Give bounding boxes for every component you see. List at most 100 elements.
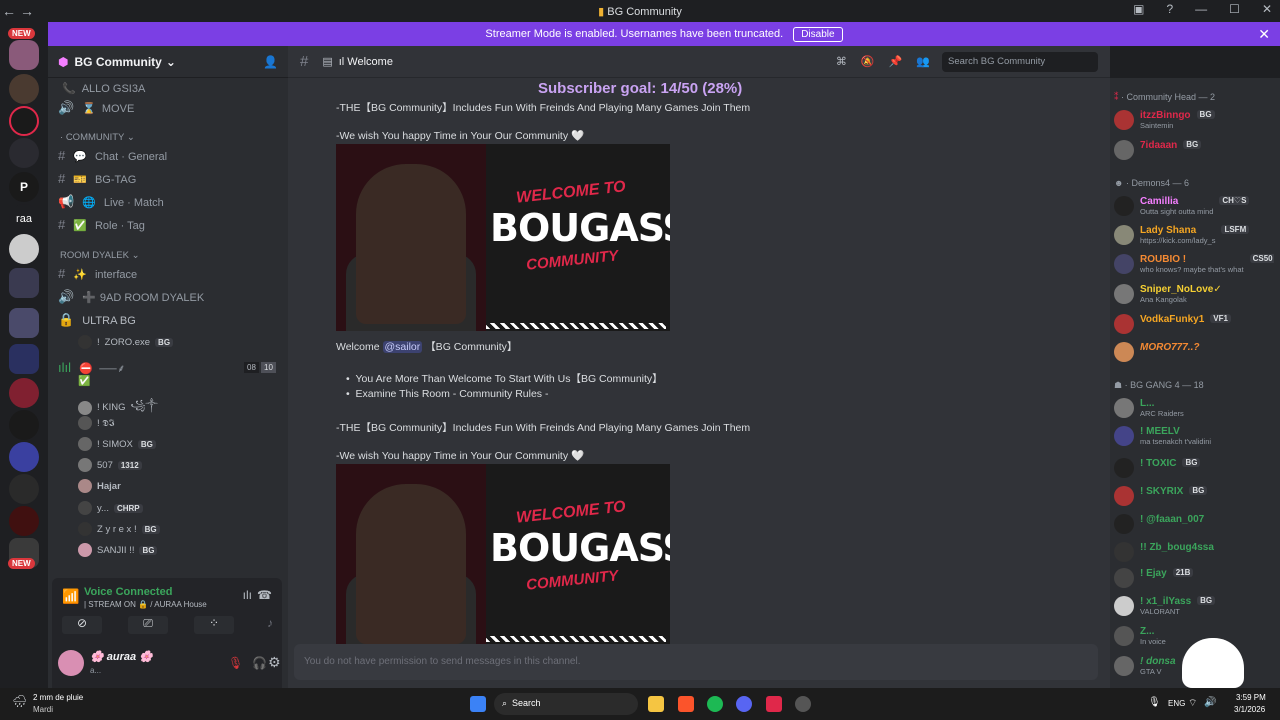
channel-interface[interactable]: # ✨ interface <box>58 266 137 281</box>
invite-icon[interactable]: 👤 <box>263 55 278 69</box>
member-item[interactable]: !! Zb_boug4ssa <box>1114 542 1274 562</box>
server-icon[interactable] <box>9 138 39 168</box>
member-item[interactable]: itzzBinngo Saintemin BG <box>1114 110 1274 130</box>
weather-icon[interactable]: 🌧 <box>12 694 27 708</box>
channel-9ad-room[interactable]: 🔊 ➕ 9AD ROOM DYALEK <box>58 289 204 305</box>
wifi-icon[interactable]: ⌔ <box>1188 697 1197 710</box>
avatar <box>1114 284 1134 304</box>
banner-close-icon[interactable]: ✕ <box>1258 26 1270 43</box>
disable-button[interactable]: Disable <box>793 26 843 42</box>
server-icon[interactable] <box>9 40 39 70</box>
member-list-icon[interactable]: 👥 <box>916 55 930 68</box>
disconnect-icon[interactable]: ☎ <box>257 588 272 602</box>
mention-chip[interactable]: @sailor <box>382 341 423 353</box>
threads-icon[interactable]: ⌘ <box>836 55 847 68</box>
discord-icon[interactable] <box>736 696 752 712</box>
server-icon[interactable] <box>9 474 39 504</box>
deafened-icon[interactable]: 🎧 <box>252 656 267 670</box>
taskbar-search[interactable]: ⌕ Search <box>494 693 638 715</box>
app-icon[interactable] <box>795 696 811 712</box>
member-item[interactable]: Lady Shana https://kick.com/lady_s LSFM <box>1114 225 1274 245</box>
settings-gear-icon[interactable]: ⚙ <box>268 654 281 671</box>
server-icon-p[interactable]: P <box>9 172 39 202</box>
brave-icon[interactable] <box>678 696 694 712</box>
start-icon[interactable] <box>470 696 486 712</box>
clock-time[interactable]: 3:59 PM <box>1236 693 1266 702</box>
pin-icon[interactable]: 📌 <box>889 55 903 68</box>
voice-user[interactable]: Hajar <box>78 479 121 493</box>
server-folder[interactable] <box>9 268 39 298</box>
server-icon[interactable] <box>9 506 39 536</box>
mic-muted-icon[interactable]: 🎙 <box>228 656 243 670</box>
voice-user[interactable]: 507 1312 <box>78 458 142 472</box>
spotify-icon[interactable] <box>707 696 723 712</box>
hash-icon: # <box>58 266 66 281</box>
channel-voice-active[interactable]: ılıl ⛔ ⸺⸙ <box>58 360 125 376</box>
voice-user[interactable]: Z y r e x ! BG <box>78 522 160 536</box>
member-item[interactable]: Camillia Outta sight outta mind CH♡S <box>1114 196 1274 216</box>
category-community[interactable]: · COMMUNITY ⌄ <box>60 132 135 143</box>
channel-live-match[interactable]: 📢 🌐 Live · Match <box>58 194 164 210</box>
language-indicator[interactable]: ENG <box>1168 699 1185 708</box>
help-icon[interactable]: ? <box>1166 2 1173 16</box>
server-icon[interactable] <box>9 442 39 472</box>
server-icon[interactable] <box>9 234 39 264</box>
weather-text[interactable]: 2 mm de pluie <box>33 693 83 702</box>
minimize-icon[interactable]: — <box>1195 2 1207 16</box>
voice-user[interactable]: ! 𝕯𝕴 <box>78 416 114 430</box>
username[interactable]: 🌸 auraa 🌸 <box>90 650 153 663</box>
close-window-icon[interactable]: ✕ <box>1262 2 1272 16</box>
maximize-icon[interactable]: ☐ <box>1229 2 1240 16</box>
file-explorer-icon[interactable] <box>648 696 664 712</box>
member-item[interactable]: ! x1_ilYass VALORANT BG <box>1114 596 1274 616</box>
activities-button[interactable]: ⁘ <box>194 616 234 634</box>
channel-role-tag[interactable]: # ✅ Role · Tag <box>58 217 145 232</box>
member-item[interactable]: ! TOXIC BG <box>1114 458 1274 478</box>
server-icon[interactable] <box>9 106 39 136</box>
channel-chat-general[interactable]: # 💬 Chat · General <box>58 148 167 163</box>
server-icon[interactable] <box>9 378 39 408</box>
soundboard-button[interactable]: ♪ <box>260 616 280 634</box>
member-item[interactable]: VodkaFunky1 VF1 <box>1114 314 1274 334</box>
server-header[interactable]: ⬢ BG Community ⌄ 👤 <box>48 46 288 78</box>
camera-off-button[interactable]: ⊘ <box>62 616 102 634</box>
server-icon-raa[interactable]: raa <box>9 204 39 234</box>
avatar <box>78 501 92 515</box>
member-item[interactable]: L... ARC Raiders <box>1114 398 1274 418</box>
welcome-banner-image[interactable]: WELCOME TO BOUGASSAA COMMUNITY <box>336 464 670 644</box>
server-icon[interactable] <box>9 74 39 104</box>
member-item[interactable]: MORO777..? <box>1114 342 1274 362</box>
voice-user[interactable]: ! SIMOX BG <box>78 437 156 451</box>
member-item[interactable]: ! @faaan_007 <box>1114 514 1274 534</box>
voice-user[interactable]: SANJII !! BG <box>78 543 158 557</box>
category-room-dyalek[interactable]: ROOM DYALEK ⌄ <box>60 250 140 261</box>
app-icon[interactable] <box>766 696 782 712</box>
member-item[interactable]: ! SKYRIX BG <box>1114 486 1274 506</box>
welcome-banner-image[interactable]: WELCOME TO BOUGASSAA COMMUNITY <box>336 144 670 331</box>
clock-date[interactable]: 3/1/2026 <box>1234 705 1265 714</box>
search-input[interactable]: Search BG Community <box>942 51 1098 72</box>
member-item[interactable]: ! Ejay 21B <box>1114 568 1274 588</box>
server-folder[interactable] <box>9 344 39 374</box>
noise-suppression-icon[interactable]: ılı <box>243 588 252 602</box>
voice-status[interactable]: Voice Connected <box>84 586 172 598</box>
member-item[interactable]: ! MEELV ma tsenakch t'validini <box>1114 426 1274 446</box>
inbox-icon[interactable]: ▣ <box>1133 2 1144 16</box>
notifications-muted-icon[interactable]: 🔕 <box>861 55 875 68</box>
voice-user[interactable]: ! ZORO.exe BG <box>78 335 174 349</box>
channel-voice-move[interactable]: 🔊 ⌛ MOVE <box>58 100 134 116</box>
channel-ultra-bg[interactable]: 🔒 ULTRA BG <box>58 312 136 328</box>
voice-user[interactable]: y... CHRP <box>78 501 143 515</box>
channel-bg-tag[interactable]: # 🎫 BG-TAG <box>58 171 136 186</box>
member-item[interactable]: Sniper_NoLove✓ Ana Kangolak <box>1114 284 1274 304</box>
user-avatar[interactable] <box>58 650 84 676</box>
member-item[interactable]: 7idaaan BG <box>1114 140 1274 160</box>
mic-icon[interactable]: 🎙 <box>1148 697 1161 708</box>
member-item[interactable]: ROUBIO ! who knows? maybe that's what CS50 <box>1114 254 1274 274</box>
screen-share-button[interactable]: ⎚ <box>128 616 168 634</box>
server-icon[interactable] <box>9 410 39 440</box>
volume-icon[interactable]: 🔊 <box>1204 697 1216 708</box>
channel-voice-allo[interactable]: 📞 ALLO GSI3A <box>62 82 145 95</box>
new-badge: NEW <box>8 558 35 569</box>
server-folder[interactable] <box>9 308 39 338</box>
